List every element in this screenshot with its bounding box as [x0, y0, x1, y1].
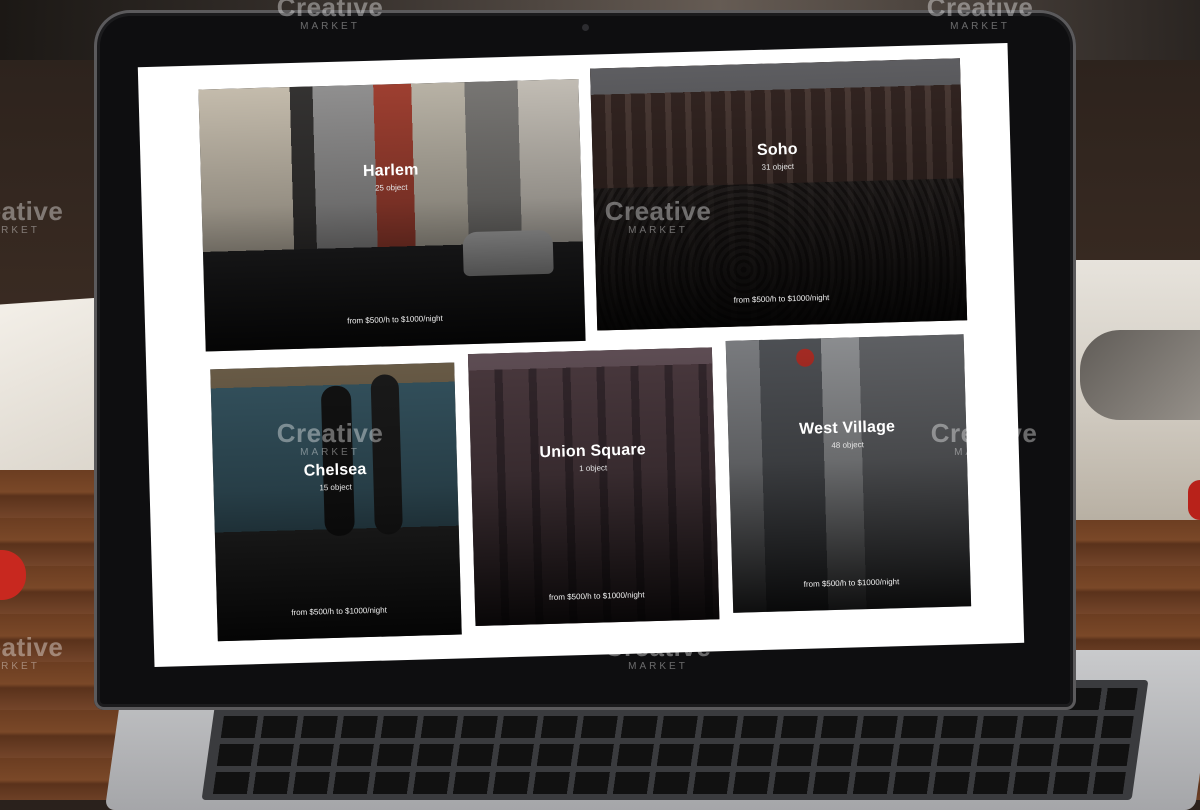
watermark: CreativeMARKET	[604, 196, 712, 236]
watermark: CreativeMARKET	[276, 0, 384, 32]
neighborhood-card-harlem[interactable]: Harlem 25 object from $500/h to $1000/ni…	[198, 78, 586, 352]
watermark: CreativeMARKET	[930, 418, 1038, 458]
watermark: CreativeMARKET	[0, 196, 64, 236]
red-object-right	[1188, 480, 1200, 520]
watermark: CreativeMARKET	[0, 632, 64, 672]
neighborhood-card-soho[interactable]: Soho 31 object from $500/h to $1000/nigh…	[590, 58, 968, 331]
camera-dot-icon	[582, 24, 589, 31]
background-pencil-case	[1080, 330, 1200, 420]
watermark: CreativeMARKET	[276, 418, 384, 458]
neighborhood-card-union-square[interactable]: Union Square 1 object from $500/h to $10…	[467, 347, 720, 627]
neighborhood-card-chelsea[interactable]: Chelsea 15 object from $500/h to $1000/n…	[210, 362, 462, 642]
watermark: CreativeMARKET	[604, 632, 712, 672]
watermark: CreativeMARKET	[926, 0, 1034, 32]
neighborhood-card-west-village[interactable]: West Village 48 object from $500/h to $1…	[725, 334, 972, 613]
laptop-screen: Harlem 25 object from $500/h to $1000/ni…	[137, 42, 1025, 668]
